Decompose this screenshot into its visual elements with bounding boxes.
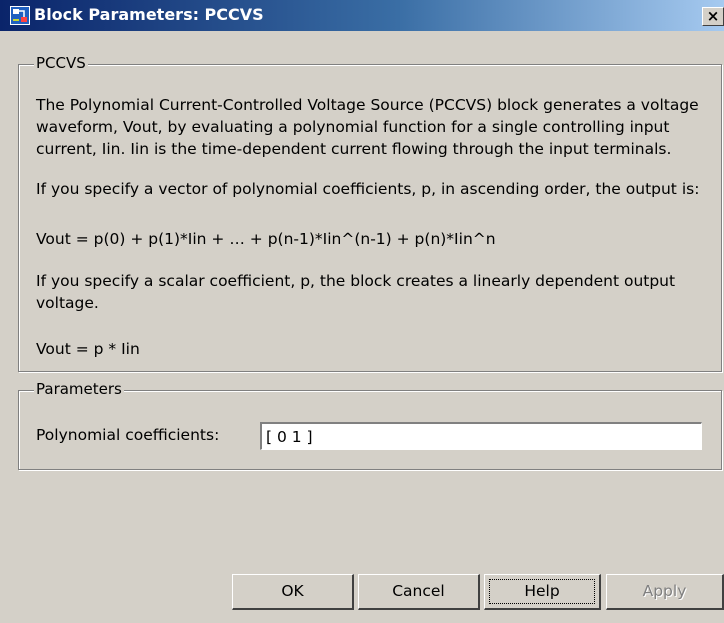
parameters-group-legend: Parameters (34, 380, 124, 398)
apply-button-label: Apply (642, 582, 687, 600)
focus-outline (489, 579, 595, 604)
equation-line: Vout = p * Iin (36, 340, 140, 358)
ok-button[interactable]: OK (232, 574, 354, 610)
cancel-button[interactable]: Cancel (358, 574, 480, 610)
description-line: voltage. (36, 294, 99, 312)
close-icon[interactable]: × (702, 7, 724, 26)
description-line: waveform, Vout, by evaluating a polynomi… (36, 118, 670, 136)
cancel-button-label: Cancel (392, 582, 445, 600)
description-line: current, Iin. Iin is the time-dependent … (36, 140, 672, 158)
simulink-block-icon (10, 6, 30, 25)
apply-button[interactable]: Apply (606, 574, 724, 610)
description-line: If you specify a vector of polynomial co… (36, 180, 700, 198)
description-line: If you specify a scalar coefficient, p, … (36, 272, 676, 290)
equation-line: Vout = p(0) + p(1)*Iin + … + p(n-1)*Iin^… (36, 230, 496, 248)
description-line: The Polynomial Current-Controlled Voltag… (36, 96, 699, 114)
help-button[interactable]: Help (484, 574, 601, 610)
block-parameters-dialog: Block Parameters: PCCVS × PCCVS The Poly… (0, 0, 724, 623)
ok-button-label: OK (281, 582, 304, 600)
polynomial-coefficients-label: Polynomial coefficients: (36, 426, 220, 444)
polynomial-coefficients-field[interactable] (260, 422, 702, 450)
title-bar[interactable]: Block Parameters: PCCVS × (0, 0, 724, 31)
description-group-legend: PCCVS (34, 54, 88, 72)
window-title: Block Parameters: PCCVS (34, 5, 264, 24)
